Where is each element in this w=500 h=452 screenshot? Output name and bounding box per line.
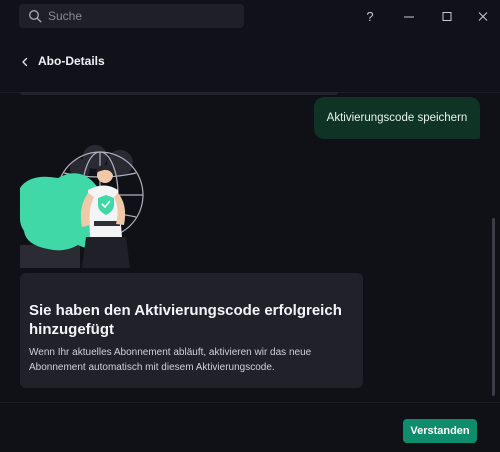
success-illustration	[20, 145, 144, 268]
title-bar: Suche ?	[0, 0, 500, 34]
search-icon	[28, 9, 42, 23]
app-window: Suche ? Abo-Details Aktivierungscode spe…	[0, 0, 500, 452]
chat-bubble: Aktivierungscode speichern	[314, 97, 480, 139]
maximize-icon	[442, 12, 452, 21]
help-button[interactable]: ?	[359, 6, 381, 28]
maximize-button[interactable]	[436, 6, 458, 28]
scrollbar-thumb[interactable]	[492, 218, 495, 396]
card-description: Wenn Ihr aktuelles Abonnement abläuft, a…	[29, 347, 312, 373]
page-header: Abo-Details	[0, 34, 500, 93]
card-title: Sie haben den Aktivierungscode erfolgrei…	[29, 302, 342, 338]
minimize-button[interactable]	[398, 6, 420, 28]
chevron-left-icon[interactable]	[19, 55, 31, 69]
search-input[interactable]: Suche	[48, 4, 238, 28]
page-title: Abo-Details	[38, 54, 105, 68]
success-card: Sie haben den Aktivierungscode erfolgrei…	[20, 273, 363, 388]
confirm-button[interactable]: Verstanden	[403, 419, 477, 443]
minimize-icon	[404, 16, 414, 18]
previous-message-edge	[20, 92, 338, 95]
close-icon	[478, 12, 488, 21]
search-box[interactable]: Suche	[19, 4, 244, 28]
close-button[interactable]	[472, 6, 494, 28]
footer-divider	[0, 402, 500, 403]
